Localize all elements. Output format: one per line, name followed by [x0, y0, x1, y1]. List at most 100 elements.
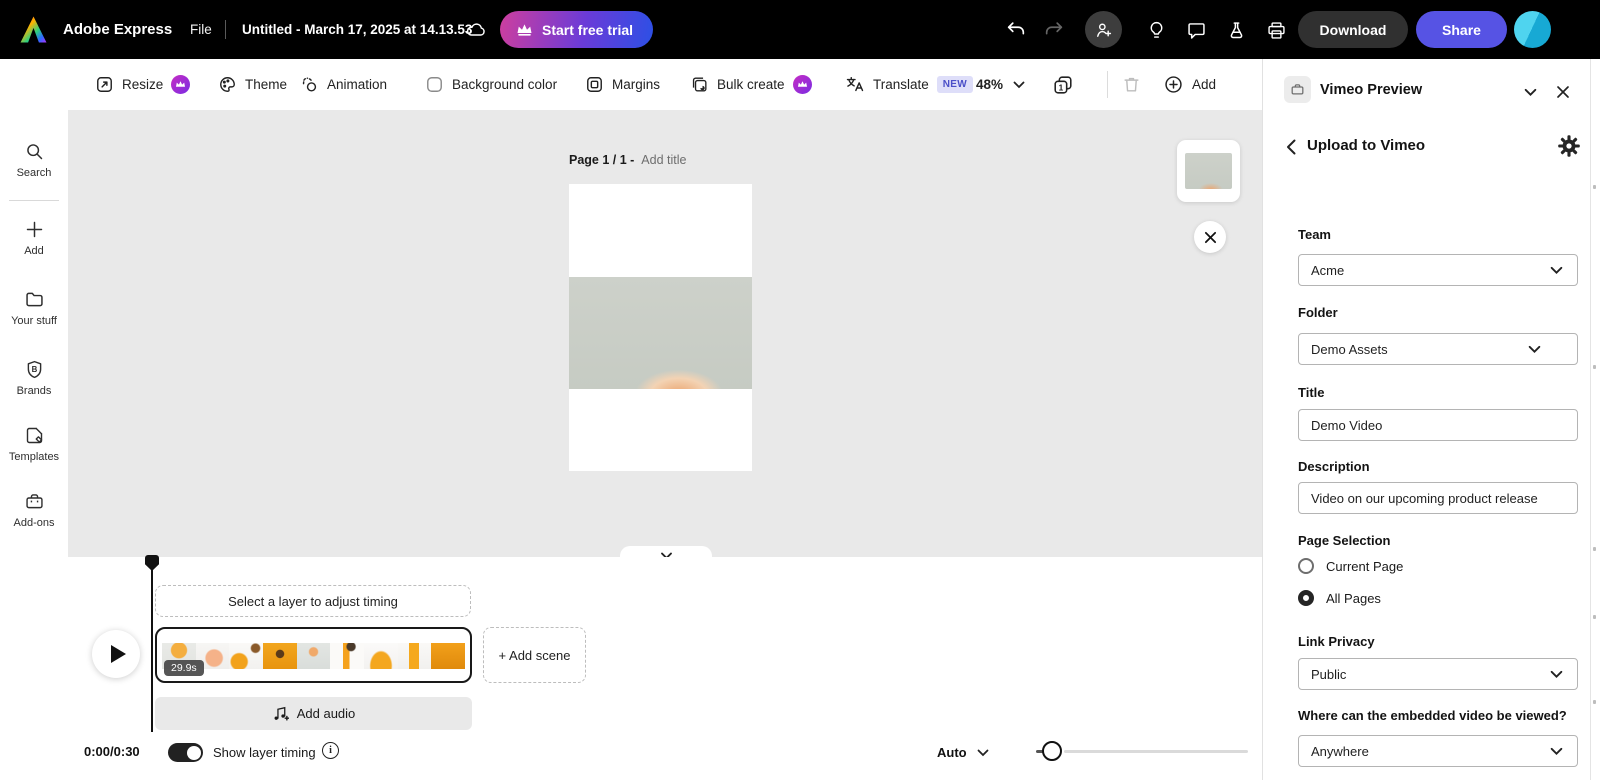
back-button[interactable] [1279, 135, 1303, 159]
close-icon [1556, 85, 1570, 99]
svg-text:1: 1 [1059, 83, 1064, 92]
chevron-down-icon [1550, 266, 1563, 275]
scene-clip[interactable]: 29.9s [155, 627, 472, 683]
premium-crown-icon [171, 75, 190, 94]
sidebar-item-brands[interactable]: B Brands [0, 359, 68, 397]
settings-gear-icon[interactable] [1557, 133, 1583, 159]
download-button[interactable]: Download [1298, 11, 1408, 48]
add-page-label: Add [1192, 77, 1216, 92]
playhead-line [151, 565, 153, 732]
chevron-down-icon [1528, 345, 1541, 354]
chevron-down-icon [1013, 81, 1025, 89]
radio-icon[interactable] [1298, 590, 1314, 606]
embed-select[interactable]: Anywhere [1298, 735, 1578, 767]
pages-icon: 1 [1052, 74, 1074, 96]
design-canvas-area[interactable]: Page 1 / 1 - Add title [68, 110, 1262, 557]
file-menu[interactable]: File [190, 22, 212, 37]
cloud-sync-icon[interactable] [464, 18, 488, 40]
addon-chip [1284, 76, 1311, 103]
adobe-express-logo-icon[interactable] [20, 16, 47, 43]
link-privacy-value: Public [1311, 667, 1346, 682]
animation-button[interactable]: Animation [300, 59, 387, 110]
svg-text:B: B [31, 365, 37, 374]
title-input[interactable] [1298, 409, 1578, 441]
plus-icon [24, 219, 45, 240]
layer-timing-hint: Select a layer to adjust timing [155, 585, 471, 617]
premium-crown-icon [793, 75, 812, 94]
filmstrip-frame [263, 643, 297, 669]
translate-button[interactable]: Translate NEW [845, 59, 973, 110]
add-page-button[interactable]: Add [1163, 59, 1216, 110]
bulk-create-label: Bulk create [717, 77, 785, 92]
speed-value: Auto [937, 745, 967, 760]
chevron-down-icon [1524, 88, 1537, 97]
delete-page-button[interactable] [1122, 59, 1141, 110]
undo-button[interactable] [1003, 17, 1029, 43]
sidebar-label: Search [17, 167, 52, 179]
sidebar-item-add[interactable]: Add [0, 219, 68, 257]
zoom-level-dropdown[interactable]: 48% [976, 59, 1025, 110]
info-icon[interactable]: i [322, 742, 339, 759]
add-scene-button[interactable]: + Add scene [483, 627, 586, 683]
comments-icon[interactable] [1183, 17, 1209, 43]
redo-button[interactable] [1041, 17, 1067, 43]
chevron-down-icon [977, 749, 989, 757]
sidebar-item-templates[interactable]: Templates [0, 425, 68, 463]
theme-button[interactable]: Theme [218, 59, 287, 110]
add-audio-button[interactable]: Add audio [155, 697, 472, 730]
radio-icon[interactable] [1298, 558, 1314, 574]
sidebar-item-add-ons[interactable]: Add-ons [0, 491, 68, 529]
design-page[interactable] [569, 184, 752, 471]
print-icon[interactable] [1263, 17, 1289, 43]
music-note-plus-icon [272, 705, 289, 722]
page-number-label: Page 1 / 1 - [569, 153, 634, 167]
radio-all-pages[interactable]: All Pages [1298, 590, 1381, 606]
resize-button[interactable]: Resize [95, 59, 190, 110]
ideas-lightbulb-icon[interactable] [1143, 17, 1169, 43]
background-color-button[interactable]: Background color [425, 59, 557, 110]
collapse-panel-button[interactable] [1518, 80, 1542, 104]
share-with-people-button[interactable] [1085, 11, 1122, 48]
account-avatar[interactable] [1514, 11, 1551, 48]
bulk-create-icon [690, 75, 709, 94]
timeline-zoom-slider-handle[interactable] [1042, 741, 1062, 761]
vimeo-addon-panel: Vimeo Preview Upload to Vimeo Team Acme … [1262, 59, 1590, 780]
beta-flask-icon[interactable] [1223, 17, 1249, 43]
timeline-panel: Select a layer to adjust timing 29.9s + … [68, 557, 1262, 780]
folder-select[interactable]: Demo Assets [1298, 333, 1578, 365]
share-button[interactable]: Share [1416, 11, 1507, 48]
link-privacy-select[interactable]: Public [1298, 658, 1578, 690]
add-title-hint[interactable]: Add title [641, 153, 686, 167]
dismiss-thumbnail-button[interactable] [1194, 221, 1226, 253]
plus-circle-icon [1163, 74, 1184, 95]
filmstrip-frame [229, 643, 263, 669]
description-input[interactable] [1298, 482, 1578, 514]
floating-video-thumbnail[interactable] [1177, 140, 1240, 202]
radio-current-page[interactable]: Current Page [1298, 558, 1403, 574]
background-color-swatch-icon [425, 75, 444, 94]
sidebar-item-your-stuff[interactable]: Your stuff [0, 289, 68, 327]
show-layer-timing-toggle[interactable] [168, 743, 203, 762]
translate-icon [845, 75, 865, 95]
brand-shield-icon: B [24, 359, 45, 380]
close-panel-button[interactable] [1551, 80, 1575, 104]
addon-case-icon [1290, 82, 1305, 97]
team-select[interactable]: Acme [1298, 254, 1578, 286]
sidebar-item-search[interactable]: Search [0, 141, 68, 179]
start-free-trial-button[interactable]: Start free trial [500, 11, 653, 48]
addons-case-icon [24, 491, 45, 512]
resize-icon [95, 75, 114, 94]
templates-icon [24, 425, 45, 446]
document-title[interactable]: Untitled - March 17, 2025 at 14.13.53 [242, 22, 472, 37]
filmstrip-frame [364, 643, 398, 669]
bulk-create-button[interactable]: Bulk create [690, 59, 812, 110]
play-button[interactable] [92, 630, 140, 678]
timeline-zoom-slider-track[interactable] [1064, 750, 1248, 753]
playback-speed-dropdown[interactable]: Auto [937, 745, 989, 760]
description-label: Description [1298, 459, 1370, 474]
margins-button[interactable]: Margins [585, 59, 660, 110]
right-edge-sliver [1590, 59, 1600, 780]
video-layer-preview[interactable] [569, 277, 752, 389]
upload-heading: Upload to Vimeo [1307, 137, 1425, 154]
pages-view-button[interactable]: 1 [1052, 59, 1074, 110]
